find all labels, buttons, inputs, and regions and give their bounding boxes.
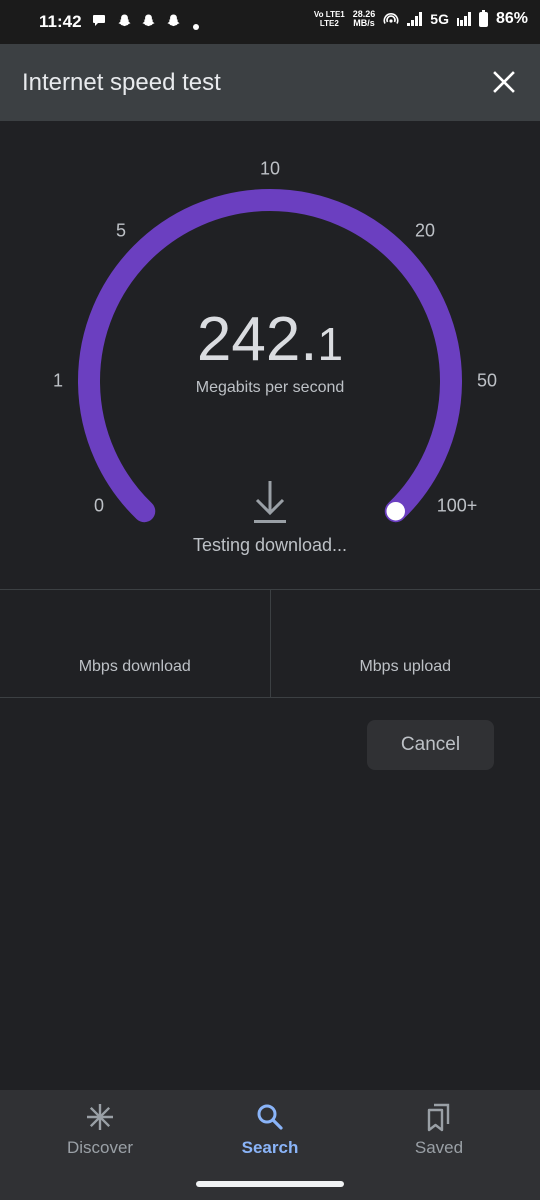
upload-label: Mbps upload	[359, 658, 452, 675]
signal-sim2-icon	[456, 12, 471, 26]
cancel-button[interactable]: Cancel	[367, 720, 494, 770]
nav-label-search: Search	[241, 1138, 299, 1157]
battery-percent: 86%	[495, 10, 528, 27]
speed-units: Megabits per second	[195, 379, 345, 396]
status-bar: 11:42 Vo LTE1 LTE2 28.26 MB/s 5G 86%	[0, 0, 540, 44]
bookmarks-icon	[427, 1103, 450, 1132]
volte-indicator: Vo LTE1 LTE2	[313, 10, 345, 28]
snapchat-icon	[166, 13, 181, 31]
gauge-needle-knob	[384, 500, 407, 522]
signal-sim1-icon	[407, 12, 423, 26]
upload-result: Mbps upload	[269, 590, 540, 697]
tick-label-5: 5	[115, 220, 127, 241]
home-indicator[interactable]	[196, 1181, 344, 1187]
network-speed: 28.26 MB/s	[352, 9, 376, 28]
speed-decimal: 1	[317, 318, 344, 370]
asterisk-icon	[87, 1104, 113, 1130]
download-icon	[254, 481, 286, 523]
tick-label-20: 20	[414, 220, 436, 241]
clock: 11:42	[39, 12, 82, 31]
results-panel: Mbps download Mbps upload	[0, 589, 540, 698]
tick-label-10: 10	[259, 158, 281, 179]
test-status: Testing download...	[192, 535, 348, 555]
tick-label-0: 0	[93, 495, 105, 516]
search-icon	[257, 1104, 283, 1130]
speed-integer: 242.	[196, 305, 318, 374]
download-result: Mbps download	[0, 590, 270, 697]
tick-label-100-plus: 100+	[436, 495, 478, 516]
nav-label-discover: Discover	[66, 1138, 134, 1157]
snapchat-icon	[141, 13, 156, 31]
battery-icon	[478, 9, 488, 27]
nav-item-search[interactable]: Search	[180, 1090, 360, 1166]
more-notifications-dot-icon	[193, 17, 199, 33]
speed-gauge: 0 1 5 10 20 50 100+ 242.1 Megabits per s…	[0, 121, 540, 589]
current-speed: 242.1	[0, 308, 540, 376]
nav-label-saved: Saved	[414, 1138, 464, 1157]
snapchat-icon	[117, 13, 132, 31]
nav-item-discover[interactable]: Discover	[10, 1090, 190, 1166]
close-icon	[493, 71, 515, 93]
close-button[interactable]	[492, 70, 516, 94]
page-title: Internet speed test	[22, 69, 221, 96]
status-icons: Vo LTE1 LTE2 28.26 MB/s 5G 86%	[313, 9, 528, 28]
app-header: Internet speed test	[0, 44, 540, 121]
network-type: 5G	[430, 11, 449, 27]
chat-bubble-icon	[92, 13, 106, 30]
nav-item-saved[interactable]: Saved	[349, 1090, 529, 1166]
hotspot-icon	[383, 11, 399, 28]
download-label: Mbps download	[78, 658, 191, 675]
